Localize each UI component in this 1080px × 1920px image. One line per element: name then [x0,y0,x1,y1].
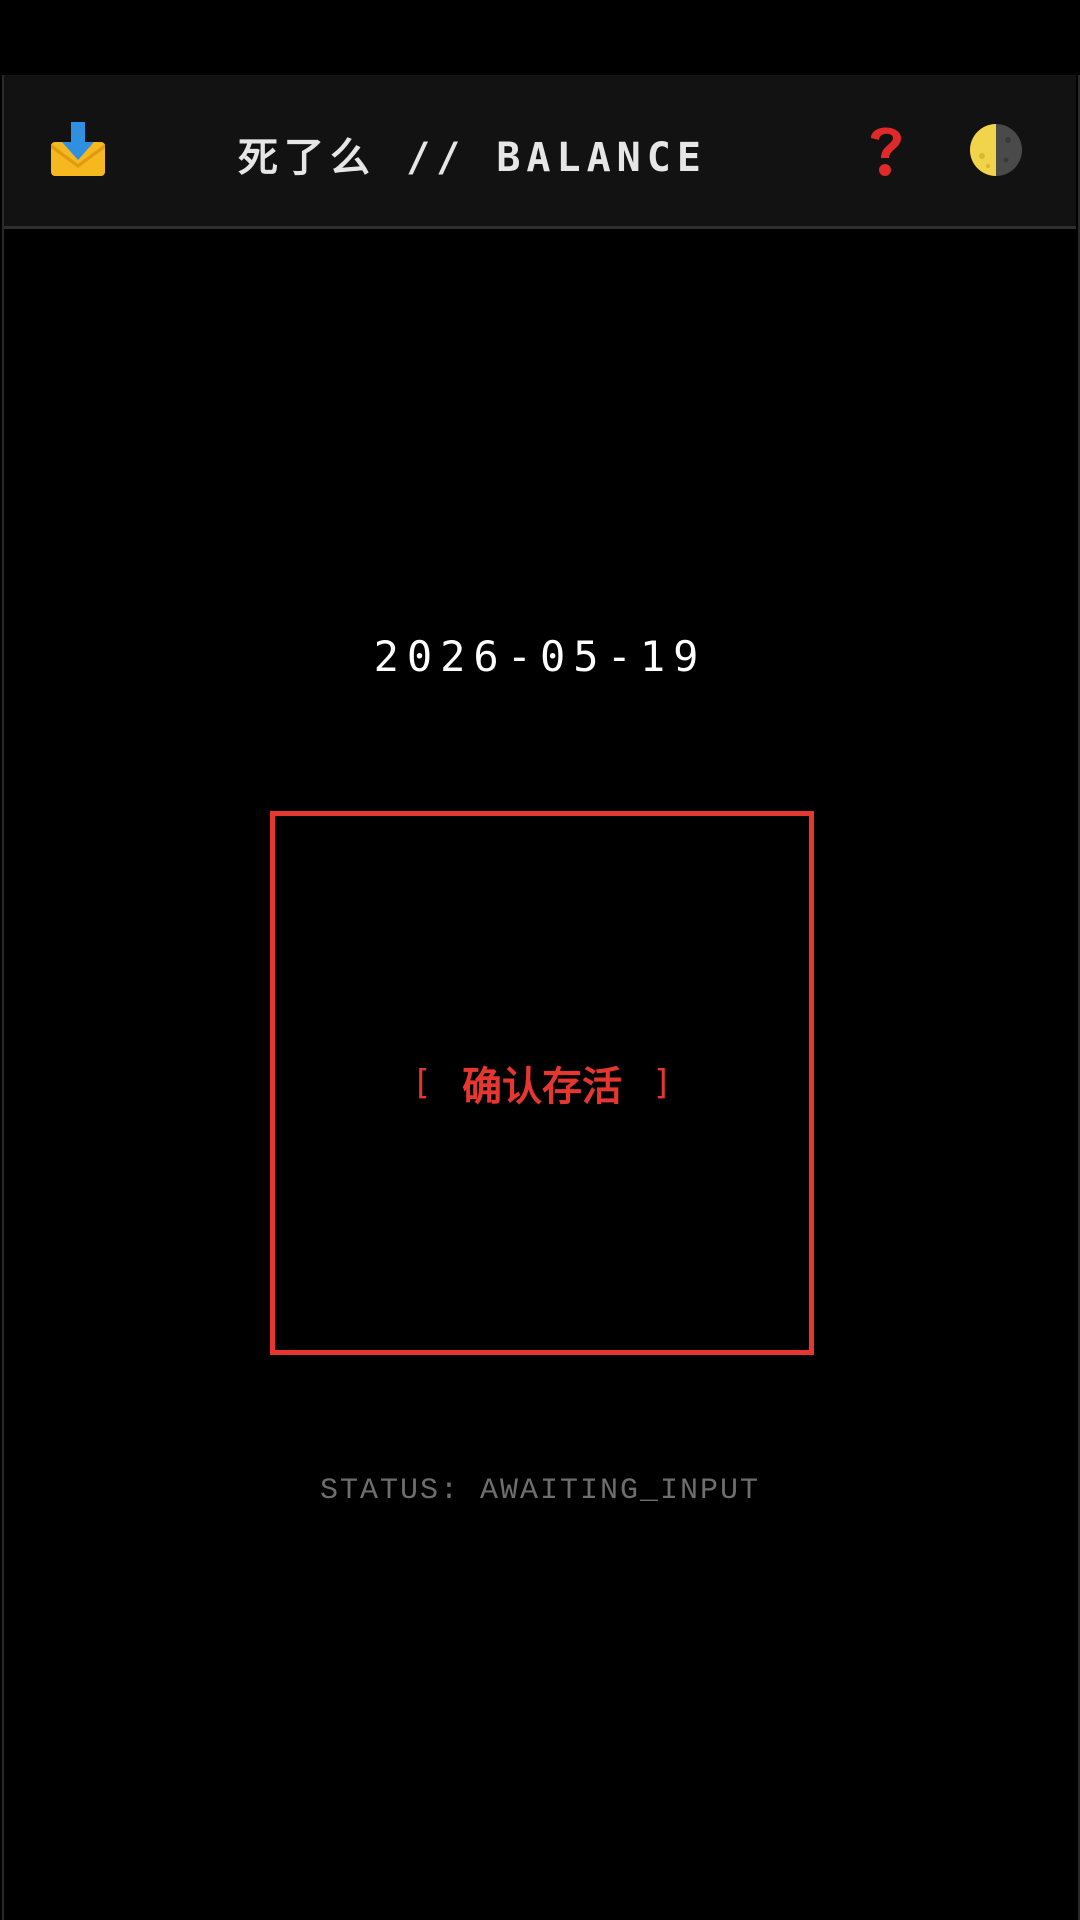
status-bar [0,0,1080,75]
inbox-download-icon[interactable] [48,120,108,180]
current-date: 2026-05-19 [373,632,707,681]
bracket-right: ] [652,1063,673,1103]
bracket-left: [ [411,1063,432,1103]
confirm-text: 确认存活 [462,1064,622,1110]
confirm-alive-button[interactable]: [ 确认存活 ] [270,811,814,1355]
confirm-alive-label: [ 确认存活 ] [412,1054,673,1112]
question-mark-icon[interactable] [856,120,916,180]
page-title: 死了么 // BALANCE [238,135,707,181]
half-moon-icon[interactable] [966,120,1026,180]
status-text: STATUS: AWAITING_INPUT [319,1474,761,1508]
